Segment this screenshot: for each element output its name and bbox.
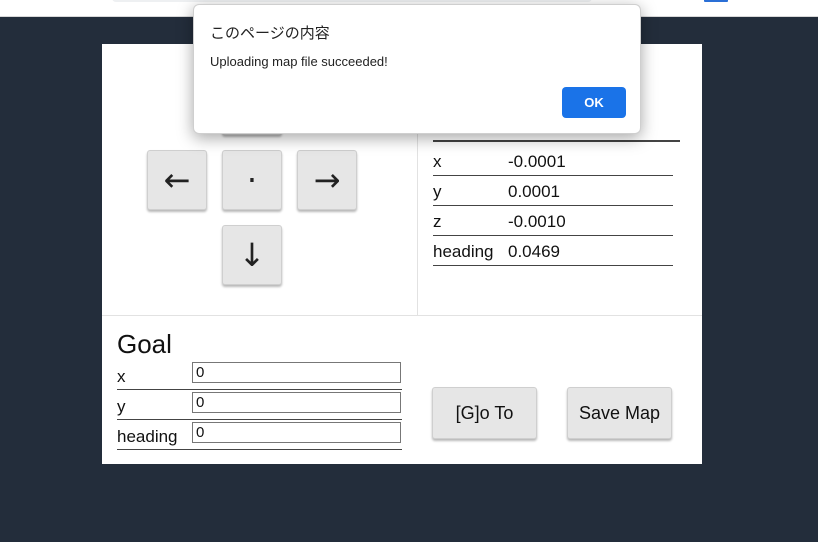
ok-button[interactable]: OK <box>562 87 626 118</box>
goal-title: Goal <box>117 329 172 359</box>
pose-value: 0.0469 <box>508 242 560 261</box>
dialog-message: Uploading map file succeeded! <box>210 54 388 69</box>
extension-icon[interactable] <box>704 0 728 2</box>
pose-row-y: y 0.0001 <box>433 175 673 206</box>
goal-row-x: x <box>117 360 402 390</box>
section-divider <box>102 315 702 316</box>
pose-row-heading: heading 0.0469 <box>433 235 673 266</box>
goal-key: heading <box>117 427 178 446</box>
pose-value: 0.0001 <box>508 182 560 201</box>
goto-button[interactable]: [G]o To <box>432 387 537 439</box>
down-button[interactable]: ↓ <box>222 225 282 285</box>
address-bar[interactable] <box>112 0 592 2</box>
pose-row-x: x -0.0001 <box>433 145 673 176</box>
goal-key: x <box>117 367 126 386</box>
goal-row-heading: heading <box>117 420 402 450</box>
pose-value: -0.0010 <box>508 212 566 231</box>
goal-row-y: y <box>117 390 402 420</box>
pose-key: y <box>433 182 442 201</box>
stop-button[interactable]: · <box>222 150 282 210</box>
pose-row-z: z -0.0010 <box>433 205 673 236</box>
pose-table-header-divider <box>433 140 680 142</box>
goal-x-input[interactable] <box>192 362 401 383</box>
pose-key: x <box>433 152 442 171</box>
goal-key: y <box>117 397 126 416</box>
right-button[interactable]: → <box>297 150 357 210</box>
left-button[interactable]: ← <box>147 150 207 210</box>
goal-y-input[interactable] <box>192 392 401 413</box>
alert-dialog: このページの内容 Uploading map file succeeded! O… <box>193 4 641 134</box>
dialog-title: このページの内容 <box>210 25 330 42</box>
pose-value: -0.0001 <box>508 152 566 171</box>
pose-key: z <box>433 212 442 231</box>
save-map-button[interactable]: Save Map <box>567 387 672 439</box>
goal-heading-input[interactable] <box>192 422 401 443</box>
pose-key: heading <box>433 242 494 261</box>
